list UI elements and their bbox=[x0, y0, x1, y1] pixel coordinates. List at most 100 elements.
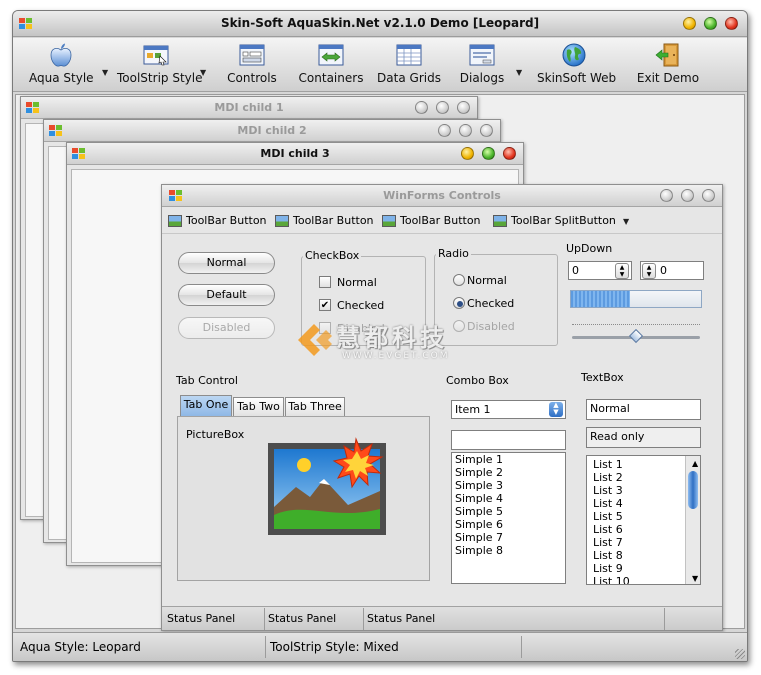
list-item[interactable]: List 7 bbox=[590, 536, 685, 549]
list-item[interactable]: Simple 2 bbox=[452, 466, 565, 479]
close-button[interactable] bbox=[480, 124, 493, 137]
scrollbar[interactable]: ▲ ▼ bbox=[685, 456, 700, 584]
minimize-button[interactable] bbox=[660, 189, 673, 202]
watermark-url: WWW.EVGET.COM bbox=[342, 351, 450, 361]
close-button[interactable] bbox=[503, 147, 516, 160]
mdi-child-1-title[interactable]: MDI child 1 bbox=[21, 97, 477, 119]
resize-grip-icon[interactable] bbox=[735, 649, 745, 659]
winforms-controls-window[interactable]: WinForms Controls ToolBar Button ToolBar… bbox=[161, 184, 723, 631]
toolbar-toolstrip-style[interactable]: ToolStrip Style bbox=[117, 42, 202, 85]
list-item[interactable]: List 8 bbox=[590, 549, 685, 562]
combobox-simple-input[interactable] bbox=[451, 430, 566, 450]
status-separator bbox=[265, 636, 266, 658]
toolbar-exit-demo[interactable]: Exit Demo bbox=[635, 42, 701, 85]
maximize-button[interactable] bbox=[704, 17, 717, 30]
toolstrip-button-2[interactable]: ToolBar Button bbox=[275, 214, 374, 227]
list-item[interactable]: Simple 5 bbox=[452, 505, 565, 518]
list-item[interactable]: Simple 7 bbox=[452, 531, 565, 544]
toolstrip-button-3[interactable]: ToolBar Button bbox=[382, 214, 481, 227]
status-panel-2: Status Panel bbox=[268, 612, 337, 625]
textbox-normal[interactable]: Normal bbox=[586, 399, 701, 420]
tab-two[interactable]: Tab Two bbox=[233, 397, 284, 416]
scroll-down-icon[interactable]: ▼ bbox=[689, 572, 698, 584]
winforms-toolstrip: ToolBar Button ToolBar Button ToolBar Bu… bbox=[162, 208, 722, 234]
toolbar-controls[interactable]: Controls bbox=[223, 42, 281, 85]
mdi-child-3-title[interactable]: MDI child 3 bbox=[67, 143, 523, 165]
chevron-down-icon[interactable]: ▼ bbox=[516, 68, 522, 77]
list-item[interactable]: List 10 bbox=[590, 575, 685, 584]
slider-track[interactable] bbox=[572, 328, 700, 344]
chevron-down-icon[interactable]: ▼ bbox=[623, 217, 629, 226]
evget-watermark: 慧都科技 WWW.EVGET.COM bbox=[294, 318, 494, 368]
list-item[interactable]: List 5 bbox=[590, 510, 685, 523]
minimize-button[interactable] bbox=[461, 147, 474, 160]
scroll-up-icon[interactable]: ▲ bbox=[689, 457, 698, 470]
checkbox-checked[interactable]: ✔ bbox=[319, 299, 331, 311]
minimize-button[interactable] bbox=[415, 101, 428, 114]
listbox[interactable]: List 1 List 2 List 3 List 4 List 5 List 6 List… bbox=[586, 455, 701, 585]
radio-normal[interactable] bbox=[453, 274, 465, 286]
chevron-down-icon[interactable]: ▼ bbox=[102, 68, 108, 77]
chevron-down-icon[interactable]: ▼ bbox=[200, 68, 206, 77]
radio-dot bbox=[457, 301, 463, 307]
list-item[interactable]: List 3 bbox=[590, 484, 685, 497]
status-panel-3: Status Panel bbox=[367, 612, 436, 625]
toolstrip-split-button[interactable]: ToolBar SplitButton bbox=[493, 214, 616, 227]
checkbox-group-label: CheckBox bbox=[303, 249, 362, 262]
winforms-controls-title[interactable]: WinForms Controls bbox=[162, 185, 722, 207]
normal-button[interactable]: Normal bbox=[178, 252, 275, 274]
tab-three[interactable]: Tab Three bbox=[285, 397, 345, 416]
radio-normal-label: Normal bbox=[467, 274, 507, 287]
list-item[interactable]: List 1 bbox=[590, 458, 685, 471]
toolbar-containers[interactable]: Containers bbox=[297, 42, 365, 85]
scrollbar-thumb[interactable] bbox=[688, 471, 698, 509]
status-aqua-style: Aqua Style: Leopard bbox=[20, 640, 141, 654]
maximize-button[interactable] bbox=[436, 101, 449, 114]
picture-icon bbox=[493, 215, 507, 227]
close-button[interactable] bbox=[702, 189, 715, 202]
list-item[interactable]: Simple 6 bbox=[452, 518, 565, 531]
radio-checked[interactable] bbox=[453, 297, 465, 309]
updown-right-field[interactable]: ▲ ▼ 0 bbox=[640, 261, 704, 280]
toolbar-skinsoft-web[interactable]: SkinSoft Web bbox=[537, 42, 616, 85]
maximize-button[interactable] bbox=[459, 124, 472, 137]
slider-thumb[interactable] bbox=[628, 328, 644, 344]
toolstrip-button-label: ToolBar Button bbox=[293, 214, 374, 227]
listbox-items: List 1 List 2 List 3 List 4 List 5 List 6 List… bbox=[587, 458, 685, 584]
toolbar-dialogs[interactable]: Dialogs bbox=[457, 42, 507, 85]
default-button[interactable]: Default bbox=[178, 284, 275, 306]
close-button[interactable] bbox=[725, 17, 738, 30]
minimize-button[interactable] bbox=[683, 17, 696, 30]
list-item[interactable]: Simple 8 bbox=[452, 544, 565, 557]
maximize-button[interactable] bbox=[681, 189, 694, 202]
list-item[interactable]: Simple 1 bbox=[452, 453, 565, 466]
updown-spin-button[interactable]: ▲ ▼ bbox=[615, 263, 629, 279]
combobox-simple-list[interactable]: Simple 1 Simple 2 Simple 3 Simple 4 Simple 5… bbox=[451, 452, 566, 584]
updown-spin-button[interactable]: ▲ ▼ bbox=[642, 263, 656, 279]
toolbar-aqua-style[interactable]: Aqua Style bbox=[29, 42, 94, 85]
list-item[interactable]: Simple 4 bbox=[452, 492, 565, 505]
toolstrip-button-1[interactable]: ToolBar Button bbox=[168, 214, 267, 227]
mdi-child-2-title[interactable]: MDI child 2 bbox=[44, 120, 500, 142]
list-item[interactable]: List 9 bbox=[590, 562, 685, 575]
toolbar-data-grids[interactable]: Data Grids bbox=[377, 42, 441, 85]
minimize-button[interactable] bbox=[438, 124, 451, 137]
windows-logo-icon bbox=[169, 190, 183, 202]
tab-one[interactable]: Tab One bbox=[180, 395, 232, 416]
list-item[interactable]: Simple 3 bbox=[452, 479, 565, 492]
checkbox-normal[interactable] bbox=[319, 276, 331, 288]
updown-left-field[interactable]: 0 ▲ ▼ bbox=[568, 261, 632, 280]
chevron-down-icon[interactable]: ▲ ▼ bbox=[549, 402, 563, 417]
tab-control-label: Tab Control bbox=[176, 374, 238, 387]
main-toolbar: Aqua Style ▼ ToolStrip Style ▼ Controls … bbox=[13, 38, 747, 92]
title-bar[interactable]: Skin-Soft AquaSkin.Net v2.1.0 Demo [Leop… bbox=[13, 11, 747, 37]
combobox-dropdown[interactable]: Item 1 ▲ ▼ bbox=[451, 400, 566, 419]
windows-logo-icon bbox=[72, 148, 86, 160]
checkbox-checked-label: Checked bbox=[337, 299, 385, 312]
close-button[interactable] bbox=[457, 101, 470, 114]
list-item[interactable]: List 2 bbox=[590, 471, 685, 484]
list-item[interactable]: List 6 bbox=[590, 523, 685, 536]
toolstrip-button-label: ToolBar Button bbox=[186, 214, 267, 227]
maximize-button[interactable] bbox=[482, 147, 495, 160]
list-item[interactable]: List 4 bbox=[590, 497, 685, 510]
